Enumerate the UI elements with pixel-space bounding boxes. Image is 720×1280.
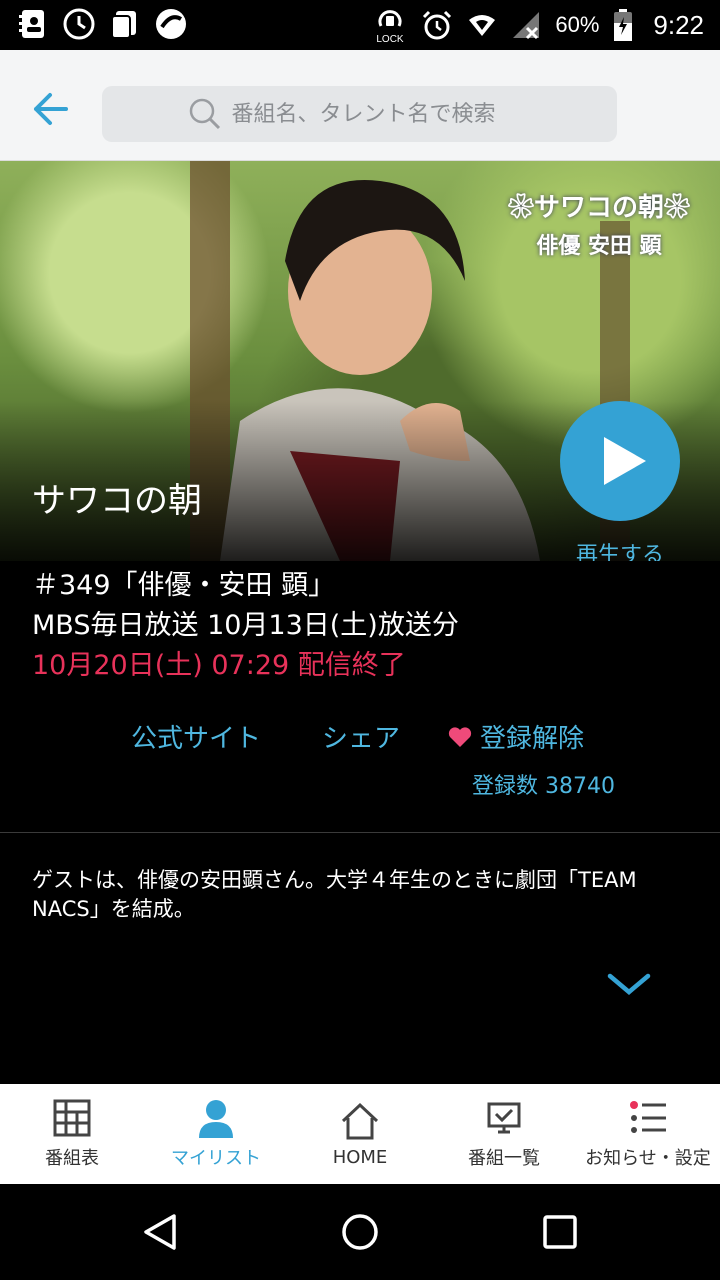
system-icons: LOCK 60% 9:22 xyxy=(373,6,704,44)
nav-label: HOME xyxy=(332,1146,388,1168)
app-logo-icon xyxy=(156,9,186,39)
lock-rotation-icon: LOCK xyxy=(377,10,405,44)
chevron-down-icon[interactable] xyxy=(606,970,652,1000)
program-title: サワコの朝 xyxy=(32,481,202,521)
search-icon xyxy=(189,98,220,130)
expiry-date: 10月20日(土) 07:29 配信終了 xyxy=(32,650,406,681)
nav-mylist[interactable]: マイリスト xyxy=(144,1084,288,1184)
heart-icon xyxy=(448,726,472,747)
search-input[interactable] xyxy=(231,101,532,127)
system-navigation-bar xyxy=(0,1184,720,1280)
svg-text:LOCK: LOCK xyxy=(377,34,405,44)
notification-icons xyxy=(16,7,188,41)
thumbnail-caption: ❀サワコの朝❀ 俳優 安田 顕 xyxy=(508,187,690,260)
action-row: 公式サイト シェア 登録解除 xyxy=(0,718,720,762)
unregister-label: 登録解除 xyxy=(480,724,585,754)
contacts-icon xyxy=(19,10,44,38)
copy-icon xyxy=(111,11,136,39)
nav-label: 番組表 xyxy=(45,1148,99,1169)
bottom-navigation: 番組表 マイリスト HOME 番組一覧 お知らせ・設定 xyxy=(0,1084,720,1184)
nav-label: お知らせ・設定 xyxy=(585,1148,711,1169)
thumbnail-caption-guest: 俳優 安田 顕 xyxy=(536,233,662,259)
list-icon xyxy=(630,1101,666,1133)
grid-icon xyxy=(53,1099,91,1137)
back-arrow-icon[interactable] xyxy=(30,88,72,130)
thumbnail-caption-title: ❀サワコの朝❀ xyxy=(507,193,690,223)
tv-list-icon xyxy=(487,1102,521,1134)
registration-count: 登録数 38740 xyxy=(472,774,615,799)
nav-notice-settings[interactable]: お知らせ・設定 xyxy=(576,1084,720,1184)
back-triangle-icon[interactable] xyxy=(140,1212,180,1252)
episode-description: ゲストは、俳優の安田顕さん。大学４年生のときに劇団「TEAM NACS」を結成。 xyxy=(32,868,637,921)
person-icon xyxy=(199,1100,233,1138)
play-label[interactable]: 再生する xyxy=(560,537,680,561)
battery-icon xyxy=(614,9,633,41)
episode-info: ＃349「俳優・安田 顕」 MBS毎日放送 10月13日(土)放送分 10月20… xyxy=(32,566,692,686)
unregister-button[interactable]: 登録解除 xyxy=(448,718,584,755)
wifi-icon xyxy=(469,15,496,36)
divider xyxy=(0,832,720,833)
program-thumbnail[interactable]: ❀サワコの朝❀ 俳優 安田 顕 サワコの朝 再生する xyxy=(0,161,720,561)
nav-program-list[interactable]: 番組一覧 xyxy=(432,1084,576,1184)
clock-icon xyxy=(63,8,95,40)
episode-title: ＃349「俳優・安田 顕」 xyxy=(32,570,336,601)
play-button[interactable] xyxy=(560,401,680,521)
home-icon xyxy=(341,1102,379,1139)
app-header xyxy=(0,50,720,161)
battery-percent: 60% xyxy=(555,12,600,37)
home-circle-icon[interactable] xyxy=(340,1212,380,1252)
nav-home[interactable]: HOME xyxy=(288,1084,432,1184)
recents-square-icon[interactable] xyxy=(540,1212,580,1252)
status-bar: LOCK 60% 9:22 xyxy=(0,0,720,50)
signal-icon xyxy=(513,12,540,40)
nav-program-guide[interactable]: 番組表 xyxy=(0,1084,144,1184)
nav-label: マイリスト xyxy=(171,1148,261,1169)
search-bar[interactable] xyxy=(102,86,617,142)
official-site-link[interactable]: 公式サイト xyxy=(131,718,261,755)
clock-time: 9:22 xyxy=(653,9,704,40)
alarm-icon xyxy=(423,10,452,40)
share-button[interactable]: シェア xyxy=(322,718,400,755)
nav-label: 番組一覧 xyxy=(468,1148,540,1169)
broadcast-info: MBS毎日放送 10月13日(土)放送分 xyxy=(32,610,459,641)
